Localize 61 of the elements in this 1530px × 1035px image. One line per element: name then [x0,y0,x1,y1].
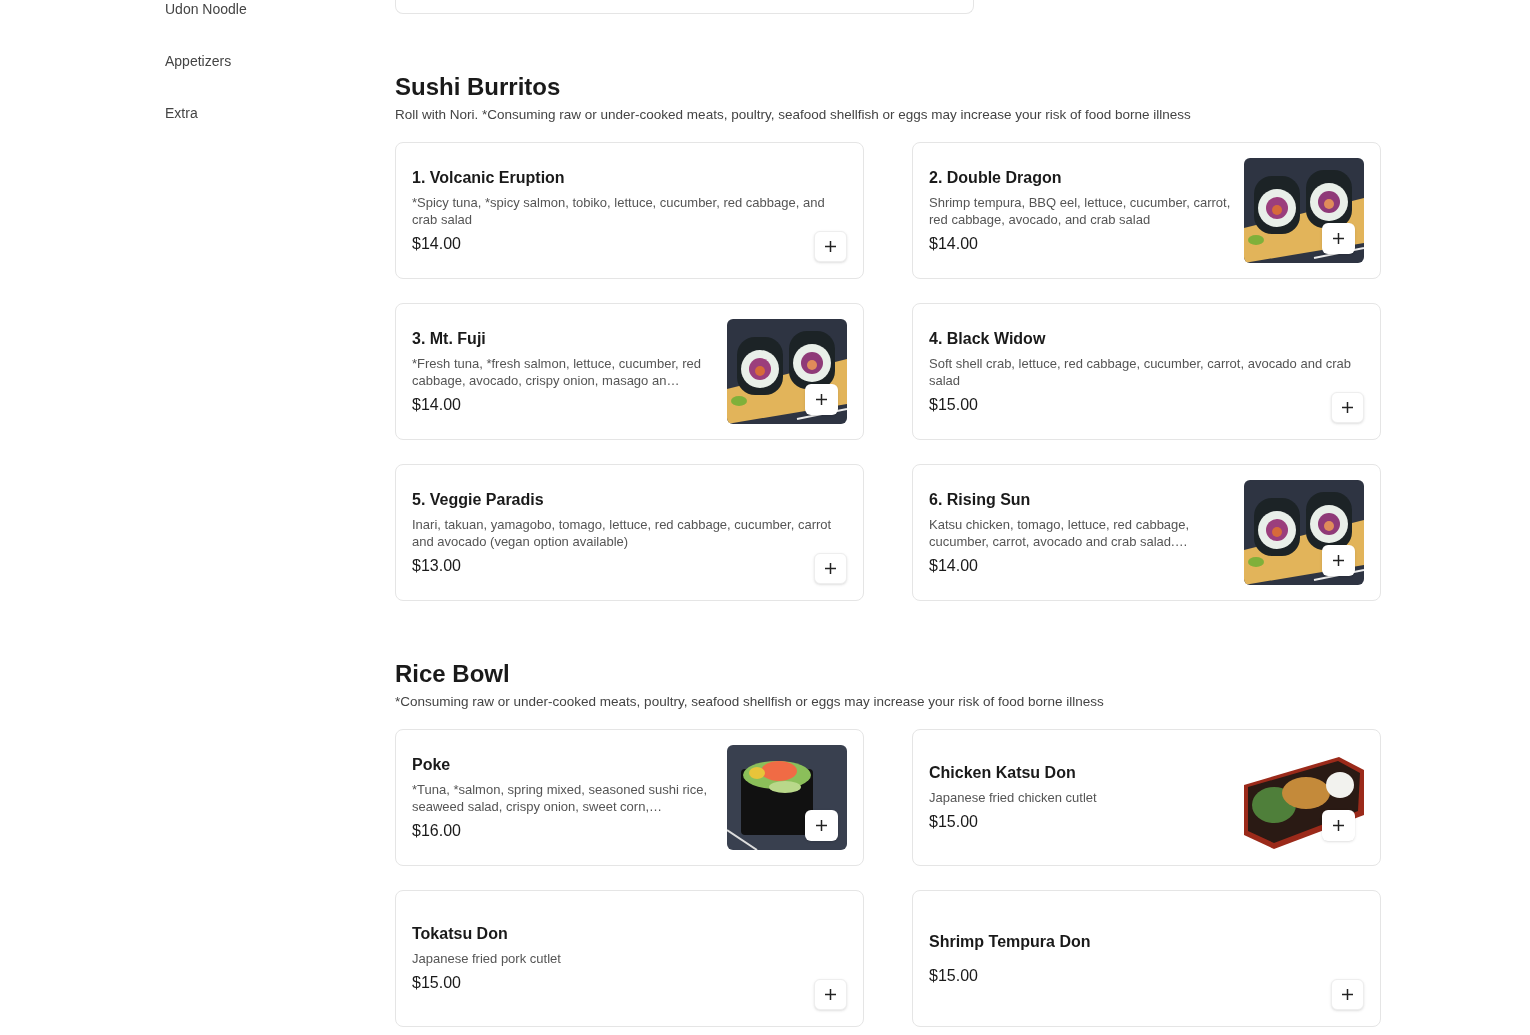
add-button[interactable] [1322,545,1355,576]
item-description: *Fresh tuna, *fresh salmon, lettuce, cucumber, red cabbage, avocado, crispy onion, masago an… [412,354,703,389]
item-price: $14.00 [929,233,978,254]
sidebar-item[interactable]: Udon Noodle [165,0,395,19]
item-description: Soft shell crab, lettuce, red cabbage, cucumber, carrot, avocado and crab salad [929,354,1353,389]
menu-card[interactable]: Tokatsu Don Japanese fried pork cutlet $15.00 [395,890,864,1027]
item-price: $15.00 [412,973,461,993]
plus-icon [1342,989,1353,1000]
item-name: 2. Double Dragon [929,167,1062,188]
menu-card[interactable]: 6. Rising Sun Katsu chicken, tomago, lettuce, red cabbage, cucumber, carrot, avocado and crab salad.… $14.00 [912,464,1381,601]
menu-card[interactable]: 1. Volcanic Eruption *Spicy tuna, *spicy salmon, tobiko, lettuce, cucumber, red cabbage, and crab salad $14.00 [395,142,864,279]
plus-icon [1333,233,1344,244]
add-button[interactable] [1322,810,1355,841]
item-description: Shrimp tempura, BBQ eel, lettuce, cucumber, carrot, red cabbage, avocado, and crab salad [929,193,1232,228]
section-note: Roll with Nori. *Consuming raw or under-cooked meats, poultry, seafood shellfish or eggs may increase your risk of food borne illness [395,106,1192,124]
item-price: $14.00 [412,394,461,415]
item-name: 5. Veggie Paradis [412,489,544,510]
menu-card[interactable]: 5. Veggie Paradis Inari, takuan, yamagobo, tomago, lettuce, red cabbage, cucumber, carrot and avocado (vegan option available) $13.00 [395,464,864,601]
menu-card[interactable]: Poke *Tuna, *salmon, spring mixed, seasoned sushi rice, seaweed salad, crispy onion, sweet corn,… $16.00 [395,729,864,866]
plus-icon [816,820,827,831]
item-name: 4. Black Widow [929,328,1046,349]
item-name: Tokatsu Don [412,924,508,944]
item-name: Shrimp Tempura Don [929,931,1091,952]
menu-card[interactable]: Shrimp Tempura Don $15.00 [912,890,1381,1027]
plus-icon [825,563,836,574]
item-price: $15.00 [929,965,978,986]
item-price: $14.00 [929,555,978,576]
item-price: $15.00 [929,394,978,415]
item-description: Inari, takuan, yamagobo, tomago, lettuce, red cabbage, cucumber, carrot and avocado (vegan option available) [412,515,833,550]
add-button[interactable] [805,810,838,841]
plus-icon [1342,402,1353,413]
item-name: Chicken Katsu Don [929,763,1076,783]
menu-card[interactable]: 4. Black Widow Soft shell crab, lettuce, red cabbage, cucumber, carrot, avocado and crab salad $15.00 [912,303,1381,440]
menu-card[interactable]: Chicken Katsu Don Japanese fried chicken cutlet $15.00 [912,729,1381,866]
item-price: $14.00 [412,233,461,254]
menu-card[interactable]: 3. Mt. Fuji *Fresh tuna, *fresh salmon, lettuce, cucumber, red cabbage, avocado, crispy onion, masago an… $14.00 [395,303,864,440]
item-price: $15.00 [929,812,978,832]
item-description: Japanese fried pork cutlet [412,950,561,967]
item-name: 3. Mt. Fuji [412,328,486,349]
plus-icon [1333,820,1344,831]
item-description: *Spicy tuna, *spicy salmon, tobiko, lettuce, cucumber, red cabbage, and crab salad [412,193,826,228]
section-note: *Consuming raw or under-cooked meats, poultry, seafood shellfish or eggs may increase your risk of food borne illness [395,693,1105,711]
sidebar-item[interactable]: Extra [165,104,395,123]
item-price: $16.00 [412,820,461,841]
item-name: 6. Rising Sun [929,489,1031,510]
add-button[interactable] [805,384,838,415]
item-name: 1. Volcanic Eruption [412,167,565,188]
item-description: Japanese fried chicken cutlet [929,789,1097,806]
plus-icon [1333,555,1344,566]
menu-card[interactable]: 2. Double Dragon Shrimp tempura, BBQ eel, lettuce, cucumber, carrot, red cabbage, avocado, and crab salad $14.00 [912,142,1381,279]
section-title: Sushi Burritos [395,72,562,102]
plus-icon [816,394,827,405]
item-price: $13.00 [412,555,461,576]
section-title: Rice Bowl [395,659,511,689]
plus-icon [825,241,836,252]
item-description: *Tuna, *salmon, spring mixed, seasoned sushi rice, seaweed salad, crispy onion, sweet corn,… [412,780,709,815]
item-name: Poke [412,754,451,775]
sidebar-item[interactable]: Appetizers [165,52,395,71]
plus-icon [825,989,836,1000]
item-description: Katsu chicken, tomago, lettuce, red cabbage, cucumber, carrot, avocado and crab salad.… [929,515,1191,550]
add-button[interactable] [1322,223,1355,254]
